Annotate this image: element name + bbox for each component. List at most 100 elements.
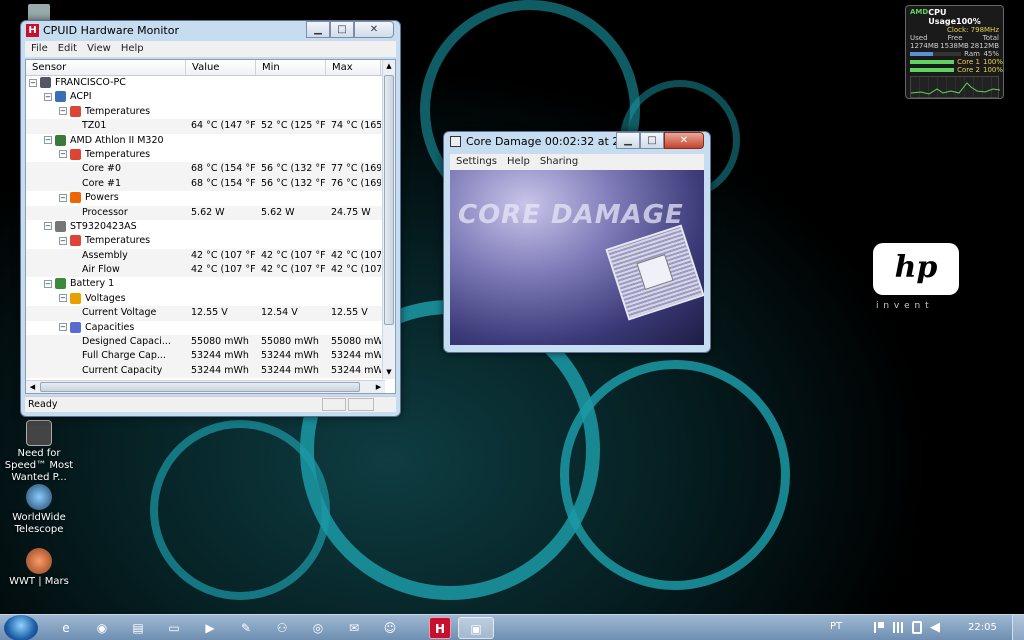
scroll-thumb[interactable] bbox=[384, 75, 394, 325]
tree-node[interactable]: − Voltages bbox=[26, 292, 385, 306]
steam-icon[interactable]: ◎ bbox=[300, 617, 336, 639]
expand-toggle-icon[interactable]: − bbox=[59, 294, 67, 303]
expand-toggle-icon[interactable]: − bbox=[59, 193, 67, 202]
sensor-min: 56 °C (132 °F) bbox=[261, 177, 326, 189]
sensor-row[interactable]: TZ01 64 °C (147 °F) 52 °C (125 °F) 74 °C (1… bbox=[26, 119, 385, 134]
col-min[interactable]: Min bbox=[256, 60, 326, 75]
expand-toggle-icon[interactable]: − bbox=[44, 279, 52, 288]
amd-brand: AMD bbox=[910, 8, 929, 16]
tray-power-icon[interactable] bbox=[912, 621, 922, 634]
cd-maximize-button[interactable]: □ bbox=[640, 132, 664, 149]
sensor-value: 55080 mWh bbox=[191, 336, 249, 348]
node-label: ST9320423AS bbox=[70, 220, 137, 232]
horizontal-scrollbar[interactable]: ◀ ▶ bbox=[26, 380, 385, 393]
sensor-row[interactable]: Designed Capaci... 55080 mWh 55080 mWh 5508… bbox=[26, 335, 385, 350]
menu-edit[interactable]: Edit bbox=[58, 41, 77, 57]
menu-settings[interactable]: Settings bbox=[456, 154, 497, 170]
tree-node[interactable]: − Temperatures bbox=[26, 148, 385, 162]
ie-icon[interactable]: e bbox=[48, 617, 84, 639]
cd-close-button[interactable]: ✕ bbox=[664, 132, 704, 149]
sensor-row[interactable]: Processor 5.62 W 5.62 W 24.75 W bbox=[26, 205, 385, 220]
expand-toggle-icon[interactable]: − bbox=[59, 107, 67, 116]
cd-minimize-button[interactable]: ▁ bbox=[616, 132, 640, 149]
explorer-icon[interactable]: ▤ bbox=[120, 617, 156, 639]
expand-toggle-icon[interactable]: − bbox=[44, 136, 52, 145]
coredamage-window[interactable]: Core Damage 00:02:32 at 2094.8 ... ▁ □ ✕… bbox=[443, 131, 711, 353]
menu-file[interactable]: File bbox=[31, 41, 48, 57]
tree-node[interactable]: − Capacities bbox=[26, 321, 385, 335]
menu-sharing[interactable]: Sharing bbox=[540, 154, 578, 170]
cpuid-task-icon[interactable]: H bbox=[429, 617, 451, 639]
maximize-button[interactable]: □ bbox=[330, 21, 354, 38]
sensor-row[interactable]: Current Capacity 53244 mWh 53244 mWh 53244 … bbox=[26, 363, 385, 378]
coredamage-menubar: Settings Help Sharing bbox=[450, 154, 704, 170]
tree-node[interactable]: − Temperatures bbox=[26, 105, 385, 119]
tree-node[interactable]: − Powers bbox=[26, 191, 385, 205]
messenger-icon[interactable]: ☺ bbox=[372, 617, 408, 639]
menu-view[interactable]: View bbox=[87, 41, 111, 57]
coredamage-titlebar[interactable]: Core Damage 00:02:32 at 2094.8 ... ▁ □ ✕ bbox=[444, 132, 710, 152]
col-sensor[interactable]: Sensor bbox=[26, 60, 186, 75]
sensor-max bbox=[326, 134, 381, 148]
tray-flag-icon[interactable] bbox=[874, 622, 884, 633]
col-max[interactable]: Max bbox=[326, 60, 381, 75]
tree-node[interactable]: − AMD Athlon II M320 bbox=[26, 134, 385, 148]
tree-node[interactable]: − FRANCISCO-PC bbox=[26, 76, 385, 90]
media-player-icon[interactable]: ▶ bbox=[192, 617, 228, 639]
coredamage-task-icon[interactable]: ▣ bbox=[458, 617, 494, 639]
menu-help[interactable]: Help bbox=[121, 41, 144, 57]
sensor-row[interactable]: Core #0 68 °C (154 °F) 56 °C (132 °F) 77 °C… bbox=[26, 162, 385, 177]
sensor-row[interactable]: Full Charge Cap... 53244 mWh 53244 mWh 5324… bbox=[26, 349, 385, 364]
sensor-value bbox=[186, 234, 256, 248]
close-button[interactable]: ✕ bbox=[354, 21, 394, 38]
lang-indicator[interactable]: PT bbox=[830, 621, 842, 632]
desktop-icon-wwt-mars[interactable]: WWT | Mars bbox=[4, 548, 74, 588]
scroll-right-icon[interactable]: ▶ bbox=[372, 381, 385, 393]
col-value[interactable]: Value bbox=[186, 60, 256, 75]
sensor-min bbox=[256, 148, 326, 162]
sensor-row[interactable]: Air Flow 42 °C (107 °F) 42 °C (107 °F) 42 °… bbox=[26, 263, 385, 278]
tray-volume-icon[interactable]: ◀ bbox=[930, 620, 940, 635]
folder-icon[interactable]: ▭ bbox=[156, 617, 192, 639]
menu-help-cd[interactable]: Help bbox=[507, 154, 530, 170]
vertical-scrollbar[interactable]: ▲ ▼ bbox=[382, 60, 395, 379]
mail-icon[interactable]: ✉ bbox=[336, 617, 372, 639]
scroll-down-icon[interactable]: ▼ bbox=[383, 366, 395, 379]
tree-node[interactable]: − Battery 1 bbox=[26, 277, 385, 291]
expand-toggle-icon[interactable]: − bbox=[44, 92, 52, 101]
cpuid-titlebar[interactable]: H CPUID Hardware Monitor ▁ □ ✕ bbox=[21, 21, 400, 41]
expand-toggle-icon[interactable]: − bbox=[59, 236, 67, 245]
desktop-icon-telescope[interactable]: WorldWide Telescope bbox=[4, 484, 74, 536]
start-button[interactable] bbox=[4, 615, 38, 640]
sensor-max: 12.55 V bbox=[331, 307, 368, 319]
scroll-left-icon[interactable]: ◀ bbox=[26, 381, 39, 393]
thermometer-icon bbox=[70, 235, 81, 247]
paint-icon[interactable]: ✎ bbox=[228, 617, 264, 639]
expand-toggle-icon[interactable]: − bbox=[29, 78, 37, 87]
sensor-max bbox=[326, 234, 381, 248]
chrome-icon[interactable]: ◉ bbox=[84, 617, 120, 639]
show-desktop-button[interactable] bbox=[1012, 615, 1024, 640]
tray-time[interactable]: 22:05 bbox=[968, 622, 997, 633]
network-icon[interactable]: ⚇ bbox=[264, 617, 300, 639]
desktop-icon-nfs[interactable]: Need for Speed™ Most Wanted P... bbox=[4, 420, 74, 484]
expand-toggle-icon[interactable]: − bbox=[59, 150, 67, 159]
tray-signal-icon[interactable] bbox=[893, 622, 905, 633]
sensor-row[interactable]: Current Voltage 12.55 V 12.54 V 12.55 V bbox=[26, 306, 385, 321]
tree-node[interactable]: − ACPI bbox=[26, 90, 385, 104]
minimize-button[interactable]: ▁ bbox=[306, 21, 330, 38]
sensor-min: 53244 mWh bbox=[261, 364, 319, 376]
tree-node[interactable]: − Temperatures bbox=[26, 234, 385, 248]
sensor-row[interactable]: Assembly 42 °C (107 °F) 42 °C (107 °F) 42 °… bbox=[26, 248, 385, 264]
sensor-max: 55080 mWh bbox=[331, 336, 381, 348]
scroll-up-icon[interactable]: ▲ bbox=[383, 60, 395, 73]
sensor-max: 24.75 W bbox=[331, 206, 371, 218]
cpuid-window[interactable]: H CPUID Hardware Monitor ▁ □ ✕ File Edit… bbox=[20, 20, 401, 417]
sensor-min bbox=[256, 277, 326, 291]
hscroll-thumb[interactable] bbox=[40, 382, 360, 392]
sensor-max: 74 °C (165 ° bbox=[331, 120, 381, 132]
expand-toggle-icon[interactable]: − bbox=[44, 222, 52, 231]
tree-node[interactable]: − ST9320423AS bbox=[26, 220, 385, 234]
sensor-row[interactable]: Core #1 68 °C (154 °F) 56 °C (132 °F) 76 °C… bbox=[26, 176, 385, 192]
expand-toggle-icon[interactable]: − bbox=[59, 323, 67, 332]
